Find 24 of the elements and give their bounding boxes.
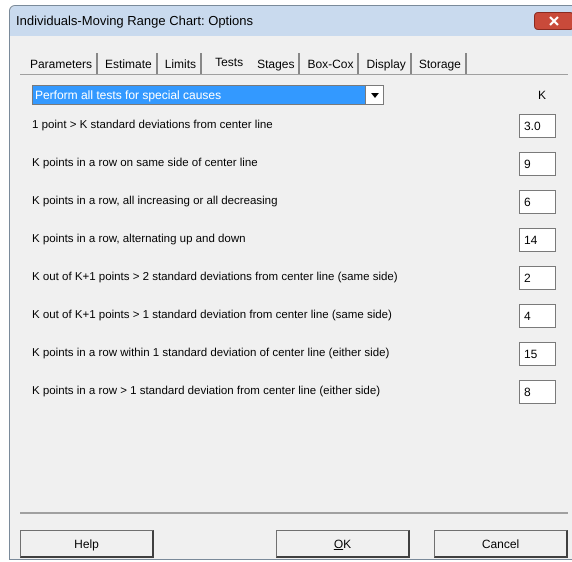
dropdown-arrow-icon bbox=[370, 92, 378, 98]
test-label: 1 point > K standard deviations from center line bbox=[32, 118, 273, 134]
cancel-button[interactable]: Cancel bbox=[434, 530, 568, 558]
close-button[interactable] bbox=[534, 12, 572, 30]
test-label: K out of K+1 points > 1 standard deviation from center line (same side) bbox=[32, 308, 392, 324]
test-label: K points in a row within 1 standard deviation of center line (either side) bbox=[32, 346, 390, 362]
test-label: K out of K+1 points > 2 standard deviations from center line (same side) bbox=[32, 270, 398, 286]
k-value-field[interactable]: 8 bbox=[519, 380, 556, 404]
k-value-field[interactable]: 2 bbox=[519, 266, 556, 290]
test-label: K points in a row, all increasing or all decreasing bbox=[32, 194, 278, 210]
test-label: K points in a row > 1 standard deviation from center line (either side) bbox=[32, 384, 380, 400]
k-value-field[interactable]: 3.0 bbox=[519, 114, 556, 138]
ok-button[interactable]: OK bbox=[276, 530, 410, 558]
test-label: K points in a row on same side of center line bbox=[32, 156, 258, 172]
test-label: K points in a row, alternating up and down bbox=[32, 232, 246, 248]
window-title: Individuals-Moving Range Chart: Options bbox=[16, 12, 254, 30]
k-value-field[interactable]: 14 bbox=[519, 228, 556, 252]
k-value-field[interactable]: 9 bbox=[519, 152, 556, 176]
k-value-field[interactable]: 6 bbox=[519, 190, 556, 214]
k-value-field[interactable]: 4 bbox=[519, 304, 556, 328]
help-button[interactable]: Help bbox=[20, 530, 154, 558]
k-value-field[interactable]: 15 bbox=[519, 342, 556, 366]
k-column-header: K bbox=[538, 87, 546, 104]
close-icon bbox=[549, 16, 559, 26]
